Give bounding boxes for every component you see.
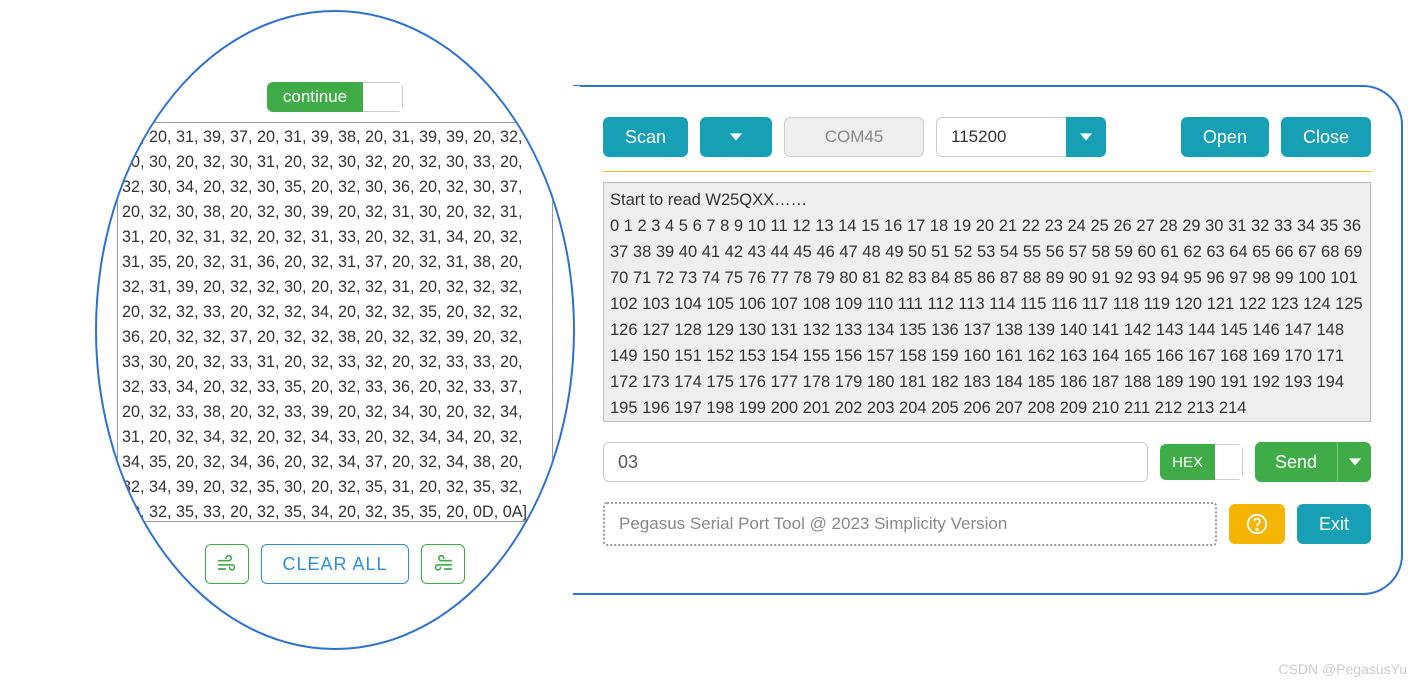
send-input[interactable] bbox=[603, 442, 1148, 482]
send-button[interactable]: Send bbox=[1255, 442, 1337, 482]
baud-input[interactable] bbox=[936, 117, 1066, 157]
flow-left-button[interactable] bbox=[205, 544, 249, 584]
app-root: Scan COM45 Open Close Start to read W25Q… bbox=[10, 10, 1410, 650]
send-row: HEX Send bbox=[603, 442, 1371, 482]
wind-icon bbox=[217, 555, 237, 573]
hex-toggle-on: HEX bbox=[1160, 444, 1215, 480]
serial-output[interactable]: Start to read W25QXX…… 0 1 2 3 4 5 6 7 8… bbox=[603, 182, 1371, 422]
baud-select[interactable] bbox=[936, 117, 1106, 157]
chevron-down-icon bbox=[730, 132, 742, 142]
send-button-group: Send bbox=[1255, 442, 1371, 482]
left-buttons: CLEAR ALL bbox=[205, 544, 464, 584]
footer-row: Pegasus Serial Port Tool @ 2023 Simplici… bbox=[603, 502, 1371, 546]
open-button[interactable]: Open bbox=[1181, 117, 1269, 157]
left-bubble: continue 36, 20, 31, 39, 37, 20, 31, 39,… bbox=[95, 10, 575, 650]
chevron-down-icon bbox=[1349, 457, 1361, 467]
com-port-display: COM45 bbox=[784, 117, 924, 157]
close-button[interactable]: Close bbox=[1281, 117, 1371, 157]
hex-dump[interactable]: 36, 20, 31, 39, 37, 20, 31, 39, 38, 20, … bbox=[117, 122, 553, 522]
baud-dropdown[interactable] bbox=[1066, 117, 1106, 157]
scan-button[interactable]: Scan bbox=[603, 117, 688, 157]
question-icon bbox=[1246, 513, 1268, 535]
help-button[interactable] bbox=[1229, 504, 1285, 544]
hex-toggle-off bbox=[1215, 444, 1243, 480]
hex-toggle[interactable]: HEX bbox=[1160, 444, 1243, 480]
flow-right-button[interactable] bbox=[421, 544, 465, 584]
send-dropdown[interactable] bbox=[1337, 442, 1371, 482]
chevron-down-icon bbox=[1080, 132, 1092, 142]
serial-panel: Scan COM45 Open Close Start to read W25Q… bbox=[573, 85, 1403, 595]
continue-toggle-off bbox=[363, 82, 403, 112]
wind-icon bbox=[433, 555, 453, 573]
watermark: CSDN @PegasusYu bbox=[1278, 661, 1407, 677]
footer-text: Pegasus Serial Port Tool @ 2023 Simplici… bbox=[603, 502, 1217, 546]
clear-all-button[interactable]: CLEAR ALL bbox=[261, 544, 408, 584]
toolbar: Scan COM45 Open Close bbox=[603, 117, 1371, 157]
exit-button[interactable]: Exit bbox=[1297, 504, 1371, 544]
divider bbox=[603, 171, 1371, 172]
port-dropdown[interactable] bbox=[700, 117, 772, 157]
continue-toggle[interactable]: continue bbox=[267, 82, 403, 112]
continue-label: continue bbox=[267, 82, 363, 112]
